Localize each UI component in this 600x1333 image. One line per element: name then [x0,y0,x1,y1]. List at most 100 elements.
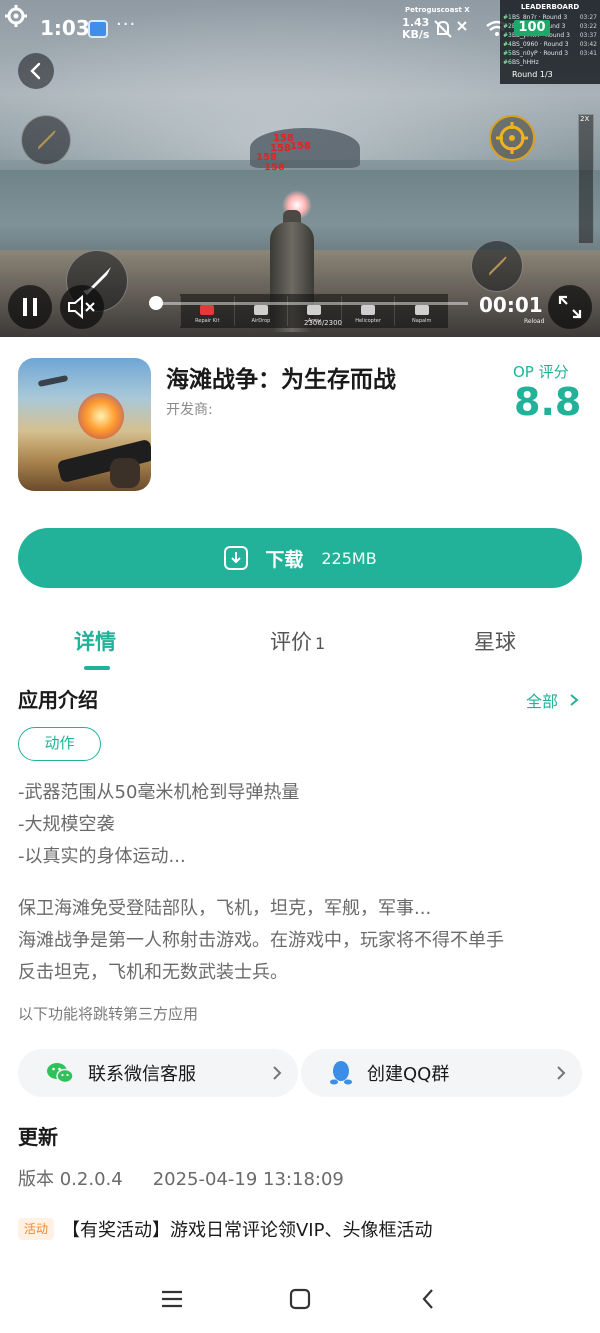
mute-button[interactable] [60,285,104,329]
more-notifications-icon: ··· [116,14,137,35]
fullscreen-icon [558,295,582,319]
download-size: 225MB [321,548,377,568]
event-link[interactable]: 【有奖活动】游戏日常评论领VIP、头像框活动 [62,1216,432,1242]
system-back-button[interactable] [410,1284,446,1314]
weapon-repair-kit[interactable]: Repair Kit [180,296,234,326]
update-title: 更新 [18,1125,58,1149]
menu-icon [162,1290,182,1308]
speaker-muted-icon [68,295,95,319]
download-button[interactable]: 下载 225MB [18,528,582,588]
chevron-left-icon [30,62,41,80]
tab-reviews[interactable]: 评价 1 [270,626,325,656]
close-x-icon [457,21,467,31]
wechat-icon [47,1063,74,1084]
tab-label: 评价 [270,630,312,654]
system-nav-bar [0,1270,600,1333]
rating-value: 8.8 [514,380,582,424]
chevron-left-icon [422,1289,433,1309]
tab-label: 详情 [74,630,116,654]
tab-label: 星球 [474,630,516,654]
recent-apps-button[interactable] [154,1284,190,1314]
weapon-airdrop[interactable]: AirDrop [233,296,288,326]
wechat-service-button[interactable]: 联系微信客服 [18,1049,298,1097]
reload-label: Reload [524,318,545,325]
network-speed: 1.43 KB/s [402,17,429,41]
round-counter: Round 1/3 [512,70,553,79]
weapon-helicopter[interactable]: Helicopter [340,296,395,326]
bullet-icon [38,130,56,150]
home-square-icon [289,1288,311,1310]
tab-details[interactable]: 详情 [74,626,116,656]
video-progress-bar[interactable] [149,296,468,310]
icon-explosion [78,393,124,439]
see-all-label: 全部 [526,692,559,711]
feature-line: -大规模空袭 [18,814,115,835]
pause-icon [23,298,37,316]
gear-icon [5,5,27,27]
chevron-right-icon [570,694,579,706]
zoom-slider[interactable] [578,114,594,244]
status-time: 1:03 [40,16,90,40]
developer-label: 开发商: [166,402,213,418]
leaderboard-panel: LEADERBOARD #1BS_8n7r · Round 303:27 #2B… [500,0,600,84]
crosshair-icon [496,122,528,154]
update-date: 2025-04-19 13:18:09 [152,1169,344,1190]
repair-kit-icon [200,305,215,315]
leaderboard-title: LEADERBOARD [520,3,580,11]
chevron-right-icon [557,1066,566,1080]
see-all-link[interactable]: 全部 [526,688,580,712]
mute-bell-icon [434,20,452,38]
fullscreen-button[interactable] [548,285,592,329]
player-hp-badge: 100 [514,20,550,36]
back-button[interactable] [18,53,54,89]
weapon-napalm[interactable]: Napalm [394,296,448,326]
damage-number: 158 [290,141,311,152]
damage-number: 158 [264,162,285,173]
qq-group-button[interactable]: 创建QQ群 [301,1049,582,1097]
qq-penguin-icon [330,1061,352,1085]
pause-button[interactable] [8,285,52,329]
helicopter-icon [361,305,376,315]
category-tag[interactable]: 动作 [18,727,101,761]
napalm-icon [414,305,429,315]
feature-line: -武器范围从50毫米机枪到导弹热量 [18,782,300,803]
video-elapsed-time: 00:01 [479,293,543,317]
rating-label: OP 评分 [513,363,569,381]
third-party-note: 以下功能将跳转第三方应用 [18,1005,199,1023]
tab-indicator [84,666,110,670]
hp-readout: 2300/2300 [304,319,342,327]
feature-line: -以真实的身体运动... [18,846,186,867]
leaderboard-row: #4 BS_0960 · Round 3 03:42 [503,41,597,48]
app-icon [18,358,151,491]
app-title: 海滩战争：为生存而战 [166,367,396,393]
leaderboard-row: #5 BS_n0yP · Round 3 03:41 [503,50,597,57]
chevron-right-icon [273,1066,282,1080]
tab-planet[interactable]: 星球 [474,626,516,656]
version-info: 版本 0.2.0.4 2025-04-19 13:18:09 [18,1165,344,1191]
icon-hand [110,458,140,488]
leaderboard-row: #6 BS_hHHz [503,59,539,66]
ammo-switch-button[interactable] [21,115,71,165]
home-button[interactable] [282,1284,318,1314]
army-icon [307,305,322,315]
wechat-service-label: 联系微信客服 [88,1064,196,1085]
network-speed-unit: KB/s [402,28,430,41]
version-number: 版本 0.2.0.4 [18,1169,123,1190]
airdrop-icon [253,305,268,315]
icon-plane [37,374,69,388]
download-label: 下载 [265,548,304,571]
app-notification-icon [88,20,108,38]
review-count: 1 [315,634,326,653]
game-video-player[interactable]: 158 158 158 158 158 1:03 ··· Petroguscoa… [0,0,600,337]
description-line: 海滩战争是第一人称射击游戏。在游戏中，玩家将不得不单手 [18,930,504,951]
aim-button[interactable] [489,115,535,161]
description-line: 反击坦克，飞机和无数武装士兵。 [18,962,288,983]
intro-title: 应用介绍 [18,688,98,712]
event-badge: 活动 [18,1218,54,1240]
fire-button[interactable] [471,240,523,292]
bullet-icon [489,256,507,276]
download-icon [224,546,249,570]
zoom-level: 2X [580,115,590,123]
description-line: 保卫海滩免受登陆部队，飞机，坦克，军舰，军事... [18,898,432,919]
map-title: Petroguscoast X [405,6,470,14]
